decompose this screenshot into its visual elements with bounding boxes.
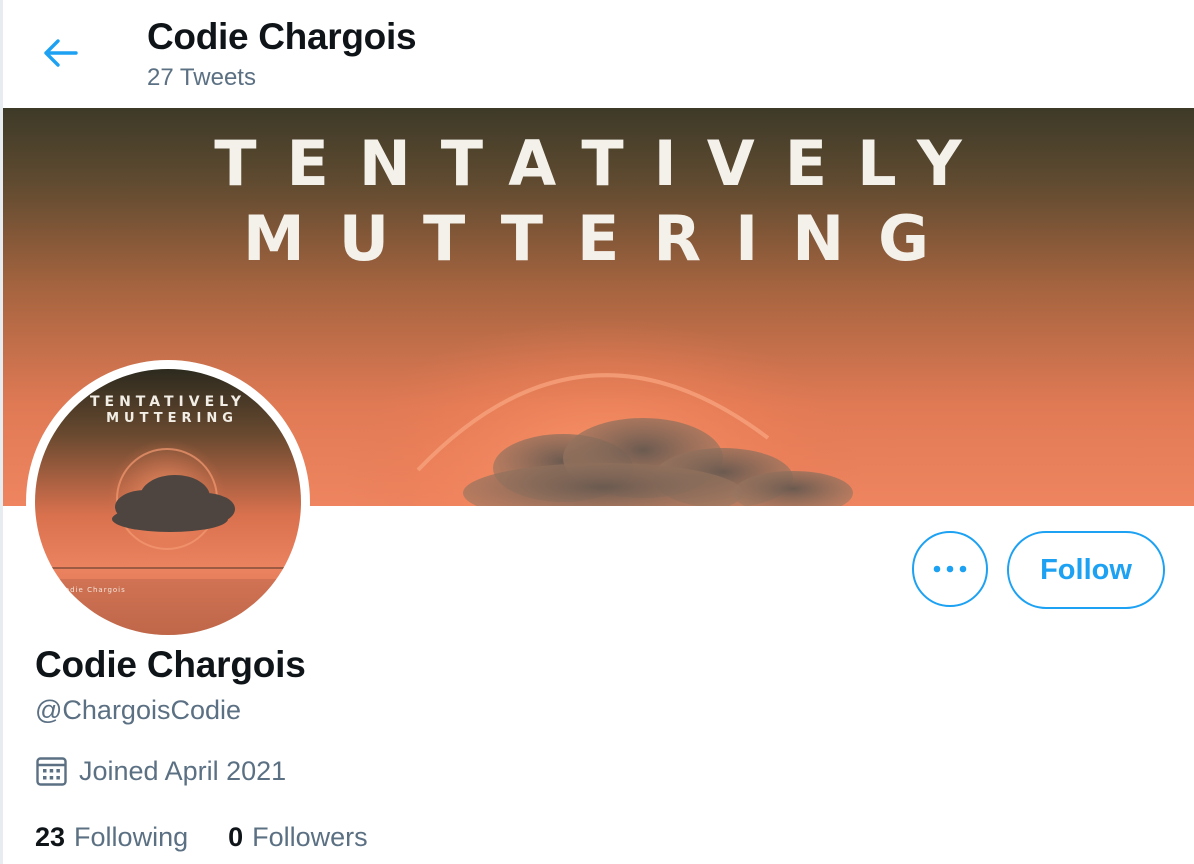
header-tweet-count: 27 Tweets [147, 64, 256, 91]
more-options-button[interactable] [912, 531, 988, 607]
back-button[interactable] [37, 29, 85, 77]
back-arrow-icon [44, 39, 78, 67]
profile-header: Codie Chargois 27 Tweets [3, 0, 1194, 106]
banner-title-line2: MUTTERING [243, 202, 963, 275]
avatar-title-line1: TENTATIVELY [90, 394, 246, 410]
joined-text: Joined April 2021 [79, 756, 287, 786]
avatar-image: TENTATIVELY MUTTERING Codie Chargois [35, 369, 301, 635]
following-link[interactable]: 23 Following [35, 822, 188, 853]
profile-handle: @ChargoisCodie [35, 695, 242, 725]
following-label: Following [74, 822, 189, 852]
follow-button[interactable]: Follow [1007, 531, 1165, 609]
avatar[interactable]: TENTATIVELY MUTTERING Codie Chargois [35, 369, 301, 635]
header-title: Codie Chargois [147, 16, 417, 57]
joined-date: Joined April 2021 [35, 755, 286, 788]
more-dots-icon [933, 565, 967, 573]
following-count: 23 [35, 822, 66, 852]
followers-link[interactable]: 0 Followers [228, 822, 368, 853]
banner-title-line1: TENTATIVELY [214, 127, 992, 200]
followers-count: 0 [228, 822, 244, 852]
avatar-title-line2: MUTTERING [106, 411, 238, 426]
follow-stats: 23 Following 0 Followers [35, 822, 368, 853]
followers-label: Followers [252, 822, 368, 852]
calendar-icon [36, 757, 67, 786]
profile-name: Codie Chargois [35, 644, 306, 685]
